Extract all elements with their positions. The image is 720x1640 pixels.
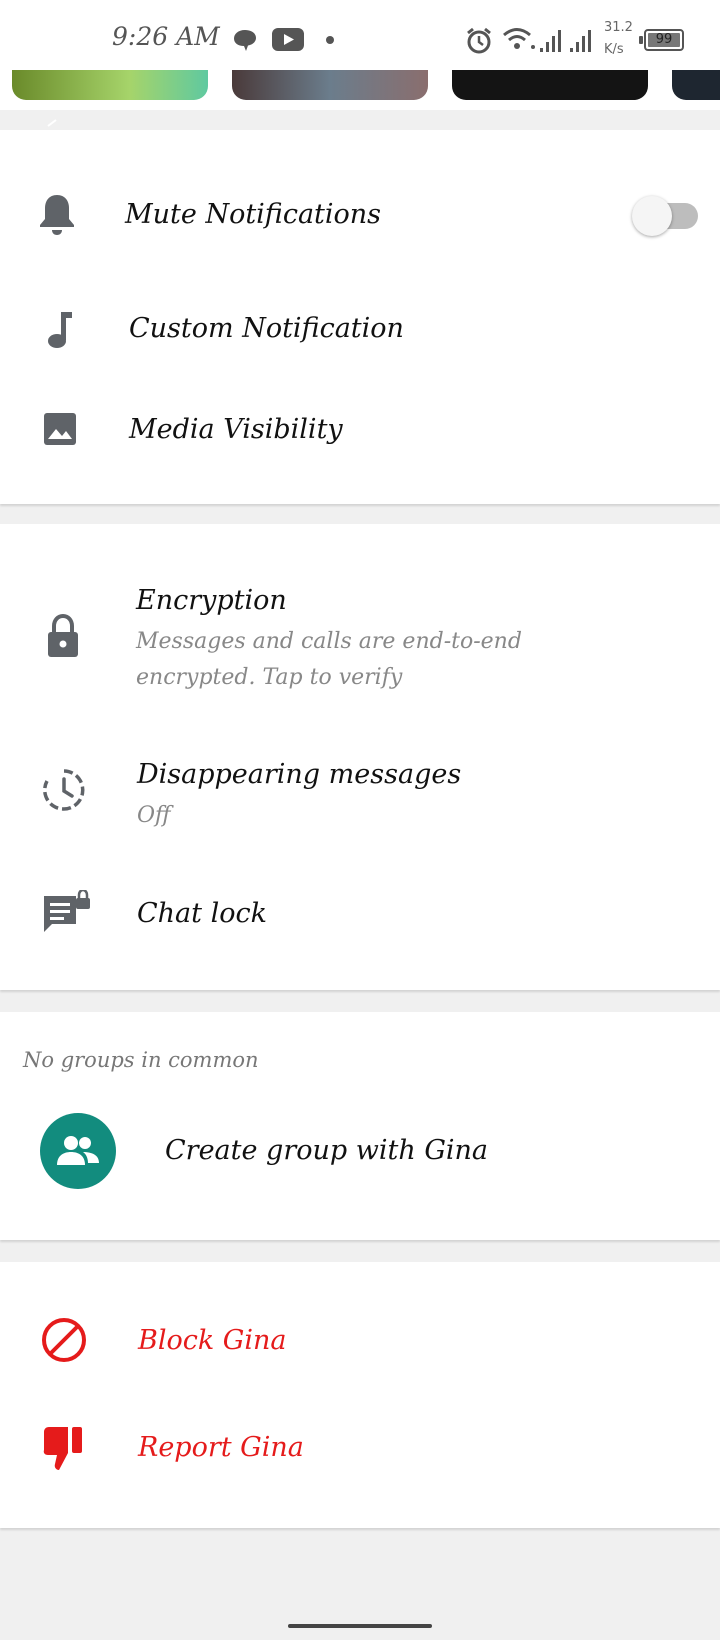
encryption-description-line2: encrypted. Tap to verify	[136, 665, 403, 690]
media-thumbnail[interactable]	[232, 70, 428, 100]
bell-icon	[40, 195, 74, 235]
disappearing-messages-row[interactable]: Disappearing messages Off	[0, 748, 720, 848]
image-icon	[44, 413, 76, 445]
mute-notifications-toggle-knob[interactable]	[632, 196, 672, 236]
report-contact-row[interactable]: Report Gina	[0, 1404, 720, 1500]
group-avatar	[40, 1113, 116, 1189]
group-icon	[57, 1136, 99, 1165]
encryption-row[interactable]: Encryption Messages and calls are end-to…	[0, 576, 720, 706]
mute-notifications-label: Mute Notifications	[125, 199, 382, 230]
battery-level: 99	[655, 32, 673, 47]
block-contact-label: Block Gina	[138, 1325, 287, 1356]
net-speed-unit: K/s	[604, 42, 624, 57]
chat-notification-icon	[234, 30, 256, 51]
media-visibility-row[interactable]: Media Visibility	[0, 380, 720, 480]
status-bar: 9:26 AM 31.2 K/s 99	[0, 0, 720, 78]
more-notifications-dot-icon	[326, 36, 334, 44]
chat-lock-row[interactable]: Chat lock	[0, 866, 720, 966]
chat-lock-label: Chat lock	[137, 898, 267, 929]
report-contact-label: Report Gina	[138, 1432, 304, 1463]
alarm-icon	[467, 27, 491, 54]
media-visibility-label: Media Visibility	[129, 414, 343, 445]
disappearing-messages-value: Off	[137, 803, 171, 828]
mute-notifications-row[interactable]: Mute Notifications	[0, 168, 720, 268]
lock-icon	[48, 614, 78, 657]
groups-section-title: No groups in common	[23, 1048, 259, 1072]
custom-notification-row[interactable]: Custom Notification	[0, 280, 720, 380]
media-thumbnail-strip	[0, 70, 720, 110]
wifi-icon	[503, 28, 535, 49]
create-group-label: Create group with Gina	[165, 1135, 489, 1166]
cellular-signal-icon	[540, 30, 591, 52]
media-thumbnail[interactable]	[452, 70, 648, 100]
back-arrow-icon	[47, 119, 57, 127]
thumbs-down-icon	[43, 1427, 82, 1470]
status-time: 9:26 AM	[112, 22, 220, 51]
custom-notification-label: Custom Notification	[129, 313, 404, 344]
home-indicator[interactable]	[288, 1624, 432, 1628]
encryption-title: Encryption	[136, 585, 287, 616]
media-thumbnail[interactable]	[672, 70, 720, 100]
encryption-description-line1: Messages and calls are end-to-end	[136, 629, 522, 654]
chat-lock-icon	[44, 890, 90, 932]
block-icon	[42, 1318, 86, 1362]
youtube-icon	[272, 28, 304, 51]
disappearing-messages-title: Disappearing messages	[137, 759, 462, 790]
block-contact-row[interactable]: Block Gina	[0, 1296, 720, 1392]
music-note-icon	[48, 312, 72, 348]
timer-icon	[43, 769, 85, 811]
net-speed-value: 31.2	[604, 20, 633, 35]
media-thumbnail[interactable]	[12, 70, 208, 100]
battery-icon: 99	[639, 29, 684, 51]
